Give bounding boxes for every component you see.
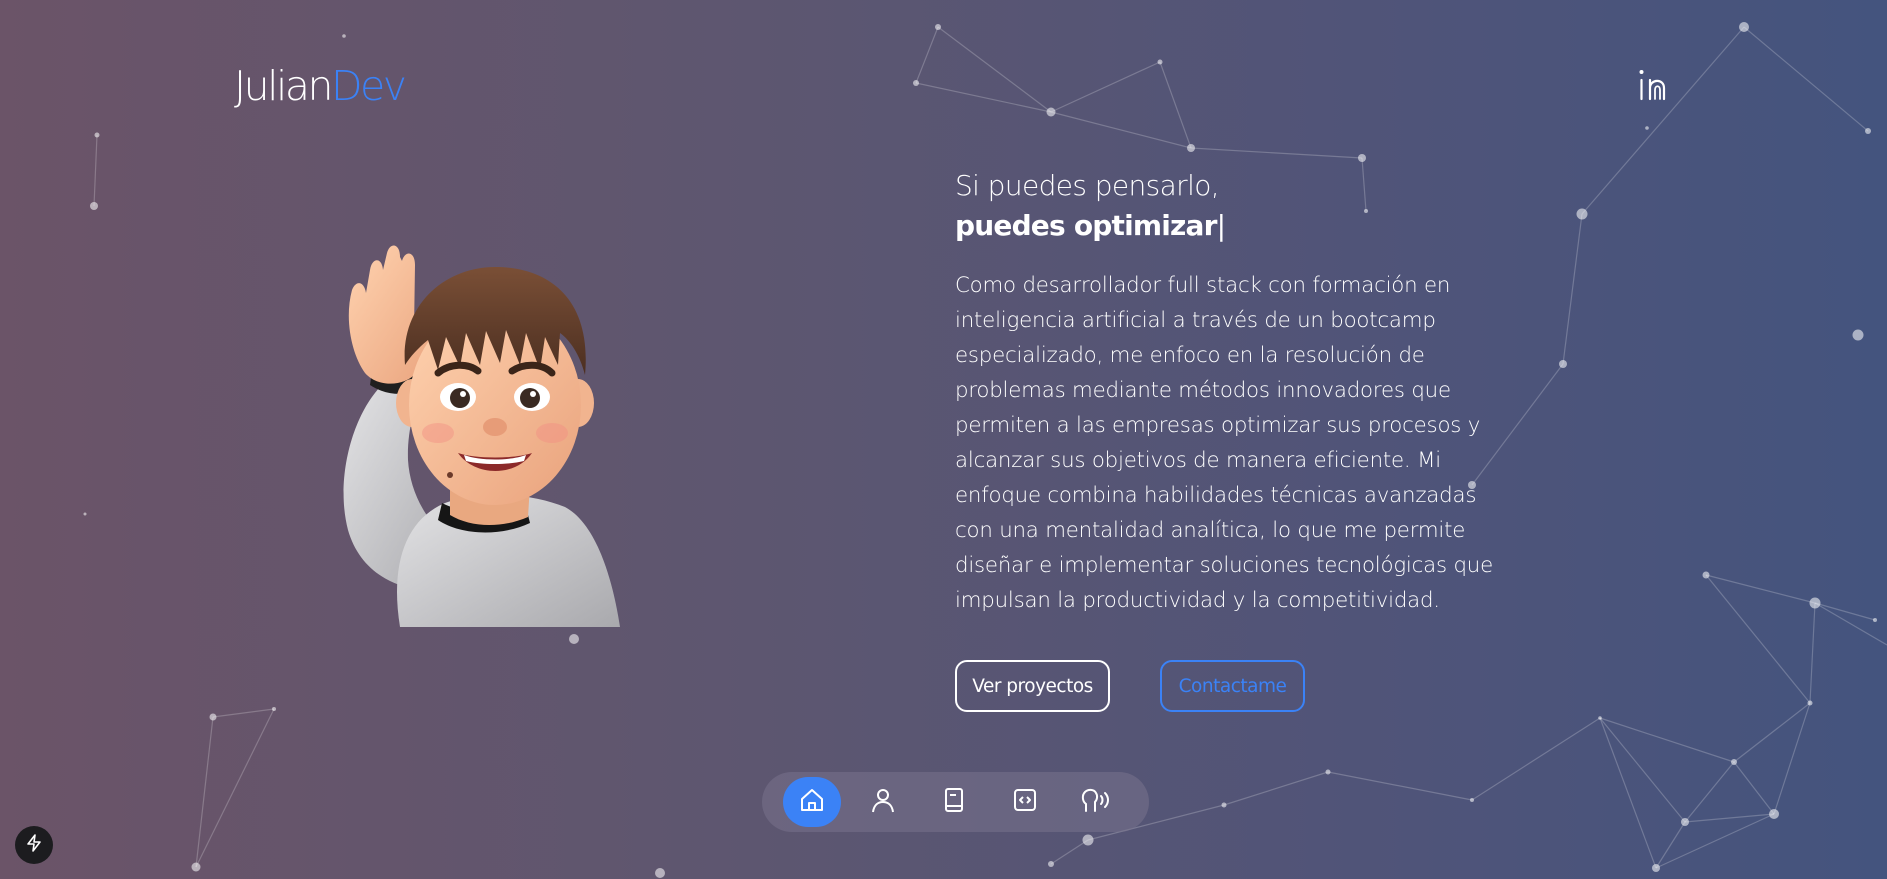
logo-accent: Dev [330, 62, 407, 110]
nav-projects[interactable] [996, 777, 1054, 827]
voice-icon [1080, 786, 1112, 818]
nav-contact[interactable] [1067, 777, 1125, 827]
linkedin-icon[interactable] [1638, 68, 1674, 104]
user-icon [869, 786, 897, 818]
headline-line-2: puedes optimizar| [955, 206, 1515, 246]
headline-line-1: Si puedes pensarlo, [955, 169, 1220, 202]
lightning-icon [25, 834, 43, 856]
nav-about[interactable] [854, 777, 912, 827]
site-logo[interactable]: JulianDev [234, 62, 407, 110]
home-icon [798, 786, 826, 818]
floating-action-button[interactable] [15, 826, 53, 864]
code-icon [1011, 786, 1039, 818]
contact-button[interactable]: Contactame [1160, 660, 1305, 712]
avatar [330, 245, 620, 627]
background-network [83, 22, 1887, 878]
typing-cursor: | [1216, 209, 1226, 242]
hero-description: Como desarrollador full stack con formac… [955, 273, 1493, 613]
nav-home[interactable] [783, 777, 841, 827]
logo-name: Julian [234, 62, 333, 110]
bottom-nav-dock [762, 772, 1149, 832]
nav-resume[interactable] [925, 777, 983, 827]
headline-highlight: puedes optimizar [955, 209, 1217, 242]
hero-section: Si puedes pensarlo, puedes optimizar| Co… [955, 166, 1515, 618]
book-icon [940, 786, 968, 818]
view-projects-button[interactable]: Ver proyectos [955, 660, 1110, 712]
